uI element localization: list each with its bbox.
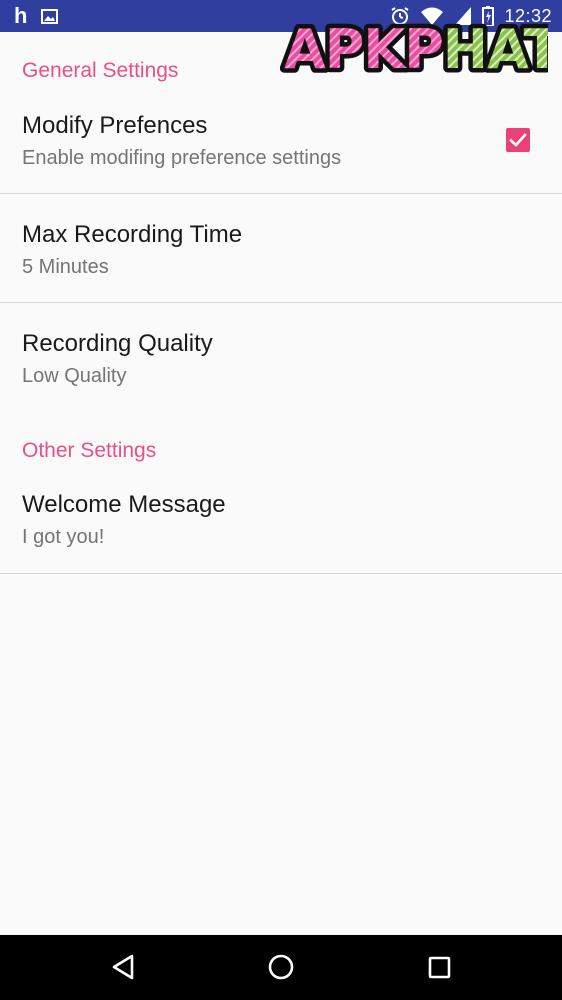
pref-title: Welcome Message <box>22 491 226 518</box>
home-icon <box>268 954 294 980</box>
settings-screen: h 12:32 APKPHAT APKPHAT General Settings… <box>0 0 562 1000</box>
pref-max-recording-time[interactable]: Max Recording Time 5 Minutes <box>0 194 562 302</box>
pref-recording-quality[interactable]: Recording Quality Low Quality <box>0 303 562 409</box>
notification-area: h <box>14 3 59 28</box>
category-general-settings: General Settings <box>22 59 179 82</box>
pref-welcome-message[interactable]: Welcome Message I got you! <box>0 470 562 573</box>
h-app-icon: h <box>14 3 28 28</box>
check-icon <box>509 133 527 147</box>
back-icon <box>112 954 134 980</box>
pref-summary: Low Quality <box>22 365 127 387</box>
pref-title: Recording Quality <box>22 330 213 357</box>
pref-title: Modify Prefences <box>22 112 208 139</box>
pref-summary: Enable modifing preference settings <box>22 147 342 169</box>
pref-modify-preferences[interactable]: Modify Prefences Enable modifing prefere… <box>0 98 562 194</box>
pref-summary: 5 Minutes <box>22 256 109 278</box>
watermark-text: APKPHAT <box>284 18 548 80</box>
image-icon <box>41 8 59 24</box>
pref-summary: I got you! <box>22 526 105 548</box>
back-button[interactable] <box>107 951 139 983</box>
home-button[interactable] <box>265 951 297 983</box>
pref-title: Max Recording Time <box>22 221 243 248</box>
modify-preferences-checkbox[interactable] <box>506 128 530 152</box>
divider <box>0 573 562 574</box>
recents-button[interactable] <box>423 951 455 983</box>
navigation-bar <box>0 935 562 1000</box>
apkphat-watermark-logo: APKPHAT APKPHAT <box>280 14 548 80</box>
recents-icon <box>428 956 451 979</box>
category-other-settings: Other Settings <box>22 439 157 462</box>
